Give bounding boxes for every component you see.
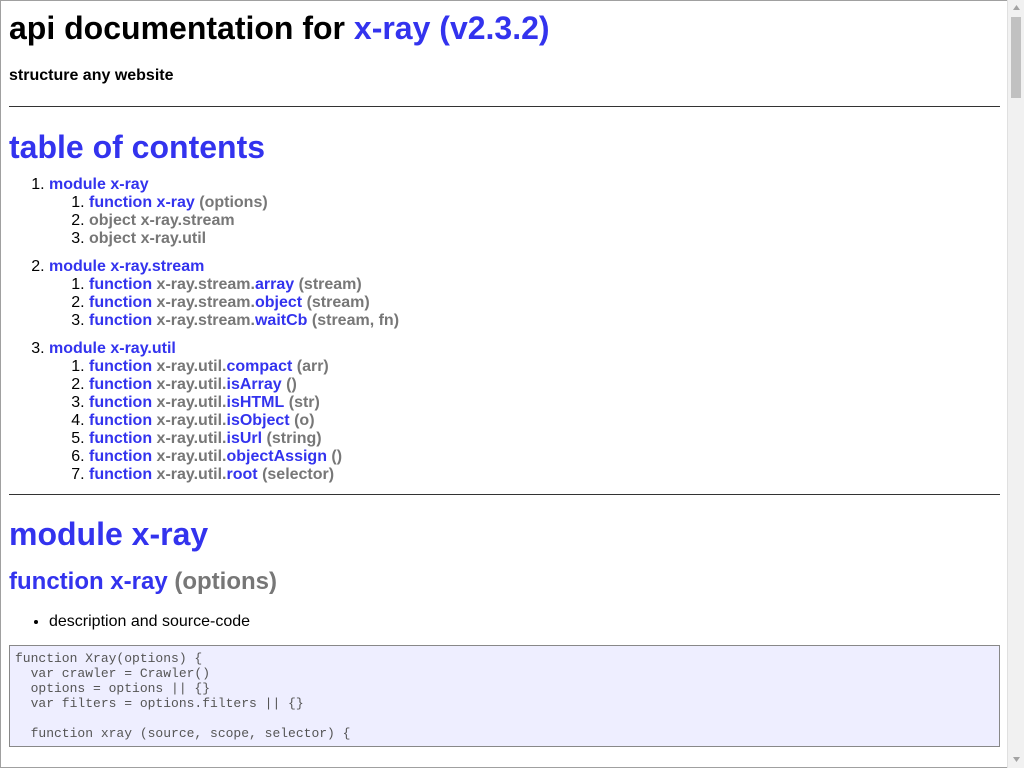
toc-entry-namespace: x-ray.util. — [156, 394, 227, 411]
toc-entry: function x-ray.util.isUrl (string) — [89, 430, 1000, 448]
toc-entry-args: (string) — [266, 430, 322, 447]
toc-module-item: module x-ray.utilfunction x-ray.util.com… — [49, 340, 1000, 484]
divider — [9, 494, 1000, 495]
toc-entry: object x-ray.util — [89, 230, 1000, 248]
toc-module-item: module x-rayfunction x-ray (options)obje… — [49, 176, 1000, 248]
title-prefix: api documentation for — [9, 10, 345, 46]
toc-entry-name-link[interactable]: waitCb — [255, 312, 307, 329]
toc-entry-namespace: x-ray.util. — [156, 412, 227, 429]
toc-entry-namespace: x-ray.util. — [156, 448, 227, 465]
toc-entry-name-link[interactable]: object — [255, 294, 302, 311]
function-args: (options) — [174, 568, 277, 595]
toc-entry-name-link[interactable]: compact — [227, 358, 293, 375]
toc-entry-name-link[interactable]: objectAssign — [227, 448, 327, 465]
toc-entry: function x-ray.stream.object (stream) — [89, 294, 1000, 312]
vertical-scrollbar[interactable] — [1007, 0, 1024, 768]
list-item: description and source-code — [49, 613, 1000, 631]
toc-entry-namespace: x-ray.stream. — [156, 276, 255, 293]
toc-entry-kind-link[interactable]: function — [89, 358, 152, 375]
toc-entry-args: (str) — [288, 394, 320, 411]
toc-sublist: function x-ray.util.compact (arr)functio… — [49, 358, 1000, 484]
scroll-down-button[interactable] — [1008, 752, 1024, 768]
toc-entry-name-link[interactable]: isObject — [227, 412, 290, 429]
toc-entry-namespace: x-ray.util. — [156, 376, 227, 393]
toc-entry-kind-link[interactable]: function — [89, 294, 152, 311]
toc-module-item: module x-ray.streamfunction x-ray.stream… — [49, 258, 1000, 330]
toc-entry: object x-ray.stream — [89, 212, 1000, 230]
toc-module-link[interactable]: module x-ray — [49, 176, 149, 193]
toc-entry-args: (options) — [199, 194, 268, 211]
toc-entry: function x-ray.stream.array (stream) — [89, 276, 1000, 294]
toc-sublist: function x-ray (options)object x-ray.str… — [49, 194, 1000, 248]
toc-entry-name-link[interactable]: root — [227, 466, 258, 483]
toc-entry-kind: object — [89, 212, 137, 229]
module-heading[interactable]: module x-ray — [9, 515, 1000, 553]
toc-entry-kind-link[interactable]: function — [89, 376, 152, 393]
toc-entry-args: (o) — [294, 412, 315, 429]
toc-entry: function x-ray.util.compact (arr) — [89, 358, 1000, 376]
toc-entry-namespace: x-ray.stream. — [156, 294, 255, 311]
detail-list: description and source-code — [9, 613, 1000, 631]
toc-entry-args: (stream, fn) — [311, 312, 400, 329]
page-subtitle: structure any website — [9, 67, 174, 84]
toc-entry-kind-link[interactable]: function — [89, 394, 152, 411]
toc-entry-args: () — [286, 376, 297, 393]
toc-entry-name-link[interactable]: isArray — [227, 376, 282, 393]
toc-entry-name-link[interactable]: isHTML — [227, 394, 285, 411]
toc-heading[interactable]: table of contents — [9, 128, 1000, 166]
triangle-down-icon — [1012, 757, 1020, 762]
doc-content: api documentation for x-ray (v2.3.2) str… — [9, 1, 1000, 747]
toc-entry: function x-ray.stream.waitCb (stream, fn… — [89, 312, 1000, 330]
toc-entry-kind: object — [89, 230, 137, 247]
toc-entry: function x-ray.util.root (selector) — [89, 466, 1000, 484]
triangle-up-icon — [1012, 5, 1020, 10]
toc-module-link[interactable]: module x-ray.stream — [49, 258, 204, 275]
toc-module-link[interactable]: module x-ray.util — [49, 340, 176, 357]
toc-entry-namespace: x-ray.util — [140, 230, 207, 247]
toc-entry: function x-ray.util.isArray () — [89, 376, 1000, 394]
function-heading: function x-ray (options) — [9, 567, 1000, 597]
toc-entry-name-link[interactable]: array — [255, 276, 294, 293]
toc-entry-args: () — [331, 448, 343, 465]
divider — [9, 106, 1000, 107]
toc-entry-namespace: x-ray.util. — [156, 430, 227, 447]
toc-entry-namespace: x-ray.util. — [156, 358, 227, 375]
toc-entry-kind-link[interactable]: function — [89, 430, 152, 447]
scroll-up-button[interactable] — [1008, 0, 1024, 16]
toc-entry-args: (stream) — [298, 276, 362, 293]
toc-entry-namespace: x-ray.stream — [140, 212, 235, 229]
toc-entry-kind-link[interactable]: function — [89, 466, 152, 483]
toc-entry: function x-ray.util.isObject (o) — [89, 412, 1000, 430]
toc-entry: function x-ray (options) — [89, 194, 1000, 212]
toc-entry: function x-ray.util.objectAssign () — [89, 448, 1000, 466]
page-viewport: api documentation for x-ray (v2.3.2) str… — [0, 0, 1007, 768]
toc-entry-args: (selector) — [262, 466, 335, 483]
toc-entry-kind-link[interactable]: function — [89, 412, 152, 429]
toc-entry-namespace: x-ray.stream. — [156, 312, 255, 329]
title-package-link[interactable]: x-ray (v2.3.2) — [354, 10, 550, 46]
toc-entry-args: (arr) — [296, 358, 329, 375]
source-code-block: function Xray(options) { var crawler = C… — [9, 645, 1000, 747]
toc-entry-kind-link[interactable]: function — [89, 276, 152, 293]
toc-entry-args: (stream) — [306, 294, 370, 311]
toc-entry: function x-ray.util.isHTML (str) — [89, 394, 1000, 412]
toc-entry-namespace: x-ray.util. — [156, 466, 227, 483]
toc-entry-kind-link[interactable]: function — [89, 448, 152, 465]
toc-sublist: function x-ray.stream.array (stream)func… — [49, 276, 1000, 330]
function-link[interactable]: function x-ray — [9, 568, 168, 595]
toc-entry-name-link[interactable]: isUrl — [227, 430, 263, 447]
scrollbar-thumb[interactable] — [1011, 17, 1021, 98]
toc-list: module x-rayfunction x-ray (options)obje… — [9, 176, 1000, 484]
toc-entry-name-link[interactable]: x-ray — [157, 194, 195, 211]
toc-entry-kind-link[interactable]: function — [89, 312, 152, 329]
page-title: api documentation for x-ray (v2.3.2) — [9, 9, 1000, 47]
toc-entry-kind-link[interactable]: function — [89, 194, 152, 211]
